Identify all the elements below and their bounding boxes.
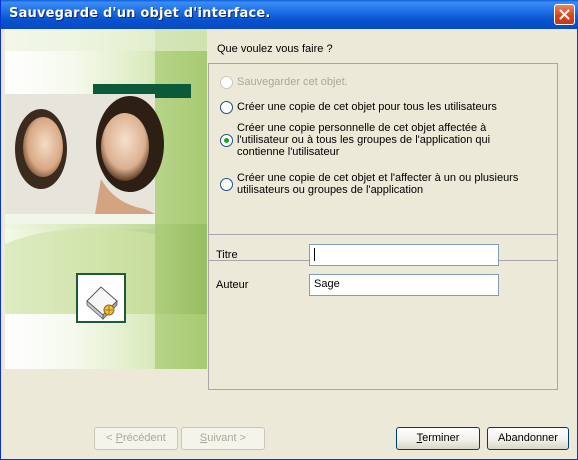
- close-button[interactable]: [554, 4, 575, 25]
- wizard-content: Que voulez vous faire ? Sauvegarder cet …: [207, 29, 575, 410]
- cancel-button[interactable]: Abandonner: [487, 427, 569, 450]
- option-label: Créer une copie de cet objet pour tous l…: [237, 101, 497, 113]
- options-group: [208, 63, 558, 261]
- option-copy-all-users[interactable]: Créer une copie de cet objet pour tous l…: [220, 101, 497, 114]
- option-label-line: l'utilisateur ou à tous les groupes de l…: [237, 134, 491, 146]
- radio-copy-all-users[interactable]: [220, 101, 233, 114]
- button-text: uivant >: [207, 432, 247, 444]
- close-icon: [559, 9, 570, 20]
- text-caret: [314, 248, 315, 261]
- option-label-line: Créer une copie de cet objet et l'affect…: [237, 172, 519, 184]
- wizard-side-image: [5, 29, 207, 410]
- button-text: récédent: [123, 432, 166, 444]
- radio-copy-assign[interactable]: [220, 178, 233, 191]
- auteur-label: Auteur: [216, 279, 249, 291]
- window-title: Sauvegarde d'un objet d'interface.: [9, 6, 271, 21]
- previous-button[interactable]: < Précédent: [94, 427, 178, 450]
- titre-input[interactable]: [309, 244, 499, 266]
- auteur-input[interactable]: Sage: [309, 274, 499, 296]
- option-copy-assign[interactable]: Créer une copie de cet objet et l'affect…: [220, 172, 518, 196]
- option-personal-copy[interactable]: Créer une copie personnelle de cet objet…: [220, 122, 490, 158]
- option-label-line: utilisateurs ou groupes de l'application: [237, 184, 424, 196]
- next-button[interactable]: Suivant >: [181, 427, 265, 450]
- finish-button[interactable]: Terminer: [396, 427, 480, 450]
- title-bar[interactable]: Sauvegarde d'un objet d'interface.: [1, 0, 578, 29]
- radio-save-object[interactable]: [220, 76, 233, 89]
- option-label-line: contienne l'utilisateur: [237, 146, 340, 158]
- radio-personal-copy[interactable]: [220, 134, 233, 147]
- option-save-object[interactable]: Sauvegarder cet objet.: [220, 76, 348, 89]
- question-label: Que voulez vous faire ?: [217, 43, 333, 55]
- wizard-illustration: [5, 29, 207, 410]
- option-label: Créer une copie personnelle de cet objet…: [237, 122, 490, 158]
- button-text: erminer: [422, 432, 460, 444]
- option-label: Créer une copie de cet objet et l'affect…: [237, 172, 518, 196]
- option-label-line: Créer une copie personnelle de cet objet…: [237, 122, 487, 134]
- titre-label: Titre: [216, 249, 238, 261]
- button-prefix: <: [106, 432, 116, 444]
- mnemonic: P: [115, 432, 123, 444]
- option-label: Sauvegarder cet objet.: [237, 76, 348, 88]
- dialog-window: Sauvegarde d'un objet d'interface. Que v…: [0, 0, 578, 460]
